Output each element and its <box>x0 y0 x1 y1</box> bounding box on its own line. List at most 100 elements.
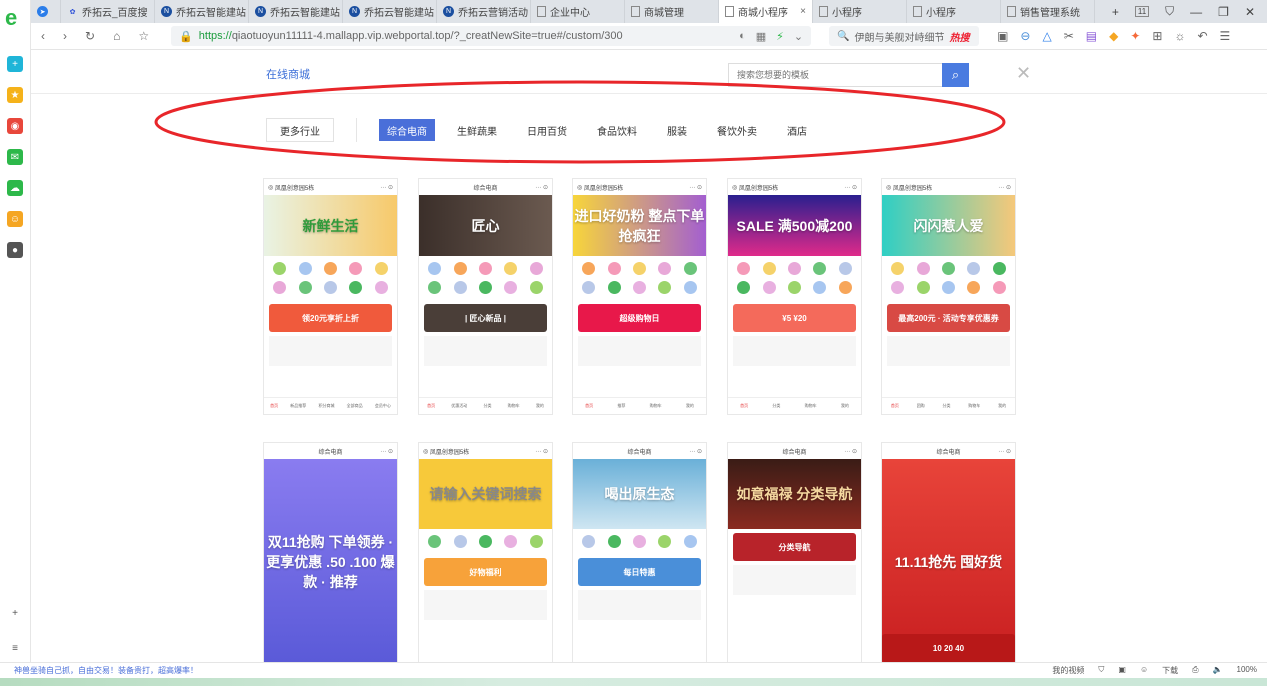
game-extension-icon[interactable]: ✦ <box>1130 29 1140 43</box>
search-button[interactable]: ⌕ <box>942 63 969 87</box>
promo-banner: 最高200元 · 活动专享优惠券 <box>887 304 1010 332</box>
download-button[interactable]: 下载 <box>1162 665 1178 676</box>
template-card[interactable]: ◎ 凤凰创意园5栋··· ⊙SALE 满500减200¥5 ¥20首页分类购物车… <box>727 178 862 415</box>
category-icon <box>292 281 317 294</box>
nav-label: 我的 <box>686 403 694 409</box>
more-icon: ··· ⊙ <box>998 448 1011 455</box>
close-window-icon[interactable]: ✕ <box>1245 5 1255 19</box>
template-card[interactable]: ◎ 凤凰创意园5栋··· ⊙闪闪惹人爱最高200元 · 活动专享优惠券首页团购分… <box>881 178 1016 415</box>
category-tab[interactable]: 生鲜蔬果 <box>449 119 505 141</box>
extension-icon[interactable]: ⊖ <box>1020 29 1030 43</box>
template-card[interactable]: ◎ 凤凰创意园5栋··· ⊙请输入关键词搜索好物福利 <box>418 442 553 663</box>
template-card[interactable]: 综合电商··· ⊙喝出原生态每日特惠 <box>572 442 707 663</box>
volume-icon[interactable]: 🔈 <box>1213 665 1223 676</box>
extension-icon[interactable]: ▣ <box>997 29 1008 43</box>
more-industries-button[interactable]: 更多行业 <box>266 118 334 142</box>
menu-icon[interactable]: ☰ <box>1220 29 1231 43</box>
minimize-icon[interactable]: — <box>1190 5 1202 19</box>
shield-icon[interactable]: ⛉ <box>1098 665 1104 676</box>
template-card[interactable]: 综合电商··· ⊙匠心| 匠心新品 |首页优惠活动分类购物车我的 <box>418 178 553 415</box>
close-tab-icon[interactable]: × <box>800 6 806 17</box>
zoom-level[interactable]: 100% <box>1237 665 1257 676</box>
browser-logo-icon: e <box>5 5 17 31</box>
browser-tab[interactable]: N乔拓云智能建站 <box>155 0 249 23</box>
maximize-icon[interactable]: ❐ <box>1218 5 1229 19</box>
brand-link[interactable]: 在线商城 <box>266 66 310 82</box>
category-tab[interactable]: 服装 <box>659 119 695 141</box>
shield-extension-icon[interactable]: ◆ <box>1109 29 1118 43</box>
browser-tab[interactable]: N乔拓云营销活动 <box>437 0 531 23</box>
browser-tab[interactable]: N乔拓云智能建站 <box>343 0 437 23</box>
icon-grid <box>882 256 1015 300</box>
category-icon <box>576 281 601 294</box>
promo-banner: 每日特惠 <box>578 558 701 586</box>
browser-tab[interactable]: N乔拓云智能建站 <box>249 0 343 23</box>
tab-count[interactable]: 11 <box>1135 6 1149 17</box>
emoji-icon[interactable]: ☺ <box>1140 665 1148 676</box>
template-card[interactable]: 综合电商··· ⊙如意福禄 分类导航分类导航 <box>727 442 862 663</box>
card-banner: 喝出原生态 <box>573 459 706 529</box>
browser-tab[interactable]: 小程序 <box>813 0 907 23</box>
template-card[interactable]: ◎ 凤凰创意园5栋··· ⊙新鲜生活领20元享折上折首页新品推荐积分商城全部商品… <box>263 178 398 415</box>
browser-tab[interactable]: 商城小程序× <box>719 0 813 23</box>
browser-tab[interactable]: ✿乔拓云_百度搜 <box>61 0 155 23</box>
plus-app-icon[interactable]: + <box>7 56 23 72</box>
nav-label: 购物车 <box>968 403 980 409</box>
category-tab[interactable]: 综合电商 <box>379 119 435 141</box>
category-icon <box>910 262 935 275</box>
category-icon <box>267 281 292 294</box>
back-icon[interactable]: ‹ <box>41 29 45 43</box>
reload-icon[interactable]: ↻ <box>85 29 95 43</box>
category-tab[interactable]: 酒店 <box>779 119 815 141</box>
hot-search-box[interactable]: 🔍 伊朗与美舰对峙细节 热搜 <box>829 26 979 46</box>
home-icon[interactable]: ⌂ <box>113 29 120 43</box>
close-icon[interactable]: ✕ <box>1016 63 1031 84</box>
status-ad-link[interactable]: 神兽坐骑自己抓，自由交易！装备贵打，超高爆率！ <box>14 665 198 676</box>
apps-grid-icon[interactable]: ⊞ <box>1152 29 1162 43</box>
navigation-icon[interactable]: ➤ <box>31 0 61 23</box>
template-search-input[interactable] <box>728 63 942 87</box>
game-icon[interactable]: ☺ <box>7 211 23 227</box>
browser-tab[interactable]: 销售管理系统 <box>1001 0 1095 23</box>
panda-icon[interactable]: ● <box>7 242 23 258</box>
undo-icon[interactable]: ↶ <box>1197 29 1207 43</box>
weibo-icon[interactable]: ◉ <box>7 118 23 134</box>
shield-icon[interactable]: ◐ <box>739 30 746 43</box>
category-icon <box>369 281 394 294</box>
search-icon: 🔍 <box>837 31 849 42</box>
browser-tab[interactable]: 小程序 <box>907 0 1001 23</box>
category-tab[interactable]: 餐饮外卖 <box>709 119 765 141</box>
browser-tab[interactable]: 企业中心 <box>531 0 625 23</box>
skin-icon[interactable]: ⛉ <box>1165 4 1174 19</box>
tab-label: 乔拓云智能建站 <box>364 4 434 19</box>
template-card[interactable]: 综合电商··· ⊙双11抢购 下单领券 · 更享优惠 .50 .100 爆款 ·… <box>263 442 398 663</box>
brightness-icon[interactable]: ☼ <box>1174 29 1185 43</box>
bookmark-star-icon[interactable]: ☆ <box>138 29 149 43</box>
template-card[interactable]: 综合电商··· ⊙11.11抢先 囤好货10 20 40 <box>881 442 1016 663</box>
mail-icon[interactable]: ✉ <box>7 149 23 165</box>
menu-icon[interactable]: ≡ <box>7 640 23 656</box>
new-tab-icon[interactable]: + <box>1112 5 1119 19</box>
url-input[interactable]: 🔒 https://qiaotuoyun11111-4.mallapp.vip.… <box>171 26 811 46</box>
card-banner: 请输入关键词搜索 <box>419 459 552 529</box>
scissors-icon[interactable]: ✂ <box>1064 29 1074 43</box>
more-icon: ··· ⊙ <box>535 448 548 455</box>
browser-tab[interactable]: 商城管理 <box>625 0 719 23</box>
qr-icon[interactable]: ▦ <box>756 30 766 43</box>
cloud-icon[interactable]: ☁ <box>7 180 23 196</box>
template-card[interactable]: ◎ 凤凰创意园5栋··· ⊙进口好奶粉 整点下单抢疯狂超级购物日首页推荐购物车我… <box>572 178 707 415</box>
tab-label: 企业中心 <box>550 4 590 19</box>
bolt-icon[interactable]: ⚡ <box>776 30 784 43</box>
screenshot-icon[interactable]: ▣ <box>1118 665 1126 676</box>
taskbar-strip <box>0 678 1267 686</box>
forward-icon[interactable]: › <box>63 29 67 43</box>
translate-icon[interactable]: ▤ <box>1086 29 1097 43</box>
extension-icon[interactable]: △ <box>1042 29 1051 43</box>
print-icon[interactable]: ⎙ <box>1192 665 1198 676</box>
add-icon[interactable]: + <box>7 605 23 621</box>
category-tab[interactable]: 食品饮料 <box>589 119 645 141</box>
chevron-down-icon[interactable]: ⌄ <box>794 30 803 43</box>
category-tab[interactable]: 日用百货 <box>519 119 575 141</box>
favorites-star-icon[interactable]: ★ <box>7 87 23 103</box>
my-video-button[interactable]: 我的视频 <box>1052 665 1084 676</box>
